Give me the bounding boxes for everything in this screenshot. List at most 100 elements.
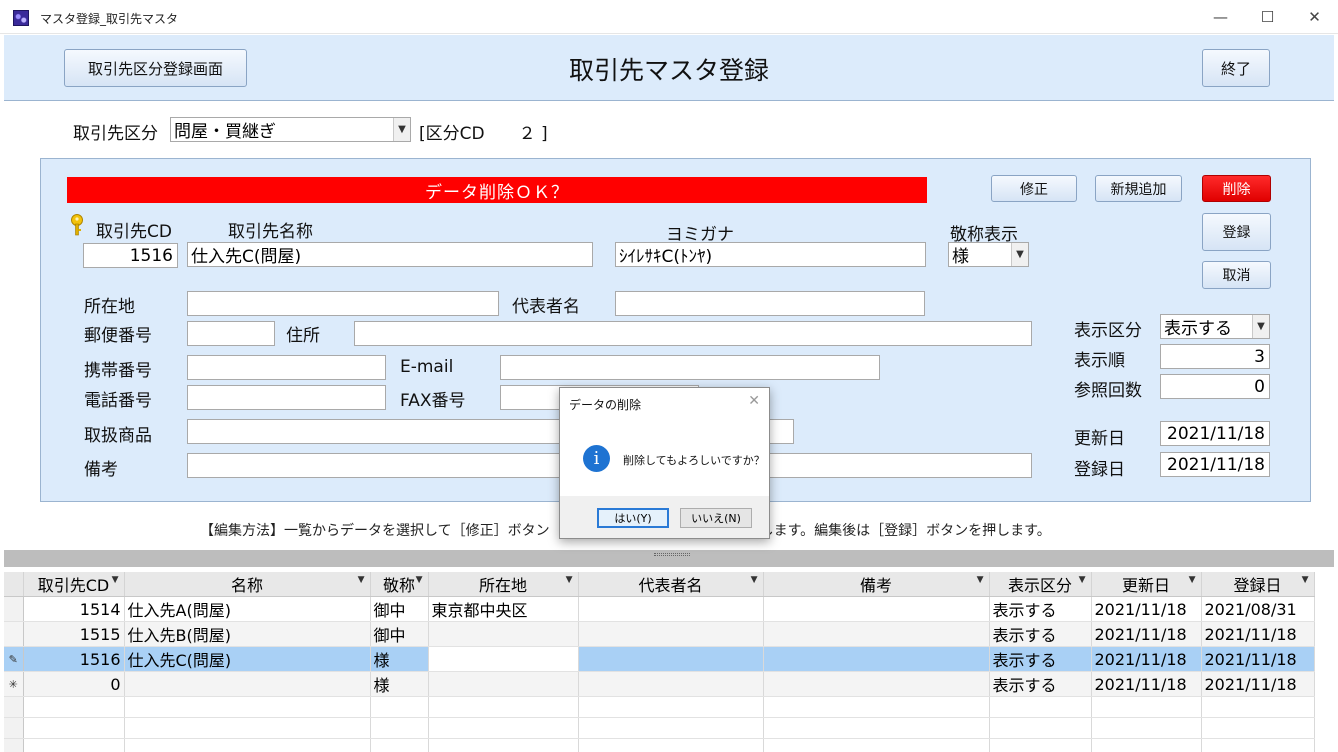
cell-display-category[interactable]: 表示する <box>989 646 1092 672</box>
edit-button[interactable]: 修正 <box>991 175 1077 202</box>
select-all-corner[interactable] <box>4 572 24 597</box>
sort-arrow-icon[interactable]: ▼ <box>112 575 119 585</box>
cell-name[interactable]: 仕入先C(問屋) <box>124 646 371 672</box>
cell-representative[interactable] <box>578 621 764 647</box>
cell-registered[interactable]: 2021/11/18 <box>1201 621 1315 647</box>
splitter-grip-icon[interactable] <box>654 553 690 556</box>
cancel-button[interactable]: 取消 <box>1202 261 1271 289</box>
row-selector[interactable] <box>4 621 24 647</box>
sort-arrow-icon[interactable]: ▼ <box>977 575 984 585</box>
cell-honorific[interactable]: 御中 <box>370 596 429 622</box>
table-row[interactable]: 1514 仕入先A(問屋) 御中 東京都中央区 表示する 2021/11/18 … <box>4 596 1315 622</box>
sort-arrow-icon[interactable]: ▼ <box>1302 575 1309 585</box>
name-field[interactable]: 仕入先C(問屋) <box>187 242 593 267</box>
exit-button[interactable]: 終了 <box>1202 49 1270 87</box>
add-new-button[interactable]: 新規追加 <box>1095 175 1182 202</box>
delete-button[interactable]: 削除 <box>1202 175 1271 202</box>
col-header-label: 更新日 <box>1121 576 1170 595</box>
registered-label: 登録日 <box>1074 460 1125 480</box>
cell-representative[interactable] <box>578 596 764 622</box>
cell-registered[interactable]: 2021/11/18 <box>1201 671 1315 697</box>
cell-representative[interactable] <box>578 646 764 672</box>
cell-representative[interactable] <box>578 671 764 697</box>
col-header-honorific[interactable]: 敬称 ▼ <box>370 572 429 597</box>
sort-arrow-icon[interactable]: ▼ <box>416 575 423 585</box>
sort-arrow-icon[interactable]: ▼ <box>1079 575 1086 585</box>
cell-registered[interactable]: 2021/11/18 <box>1201 646 1315 672</box>
cell-display-category[interactable]: 表示する <box>989 671 1092 697</box>
cell-honorific[interactable]: 御中 <box>370 621 429 647</box>
cell-remarks[interactable] <box>763 596 990 622</box>
close-icon[interactable]: ✕ <box>1291 0 1338 34</box>
table-row-new[interactable]: ✳ 0 様 表示する 2021/11/18 2021/11/18 <box>4 671 1315 697</box>
col-header-display-category[interactable]: 表示区分 ▼ <box>989 572 1092 597</box>
col-header-name[interactable]: 名称 ▼ <box>124 572 371 597</box>
col-header-remarks[interactable]: 備考 ▼ <box>763 572 990 597</box>
cell-registered[interactable]: 2021/08/31 <box>1201 596 1315 622</box>
ref-count-field[interactable]: 0 <box>1160 374 1270 399</box>
cell-code[interactable]: 1516 <box>23 646 125 672</box>
table-row-selected[interactable]: ✎ 1516 仕入先C(問屋) 様 表示する 2021/11/18 2021/1… <box>4 646 1315 672</box>
cell-display-category[interactable]: 表示する <box>989 596 1092 622</box>
cell-name[interactable]: 仕入先A(問屋) <box>124 596 371 622</box>
email-field[interactable] <box>500 355 880 380</box>
chevron-down-icon[interactable]: ▼ <box>1252 315 1269 338</box>
chevron-down-icon[interactable]: ▼ <box>393 118 410 141</box>
yes-button[interactable]: はい(Y) <box>597 508 669 528</box>
cell-updated[interactable]: 2021/11/18 <box>1091 596 1202 622</box>
sort-arrow-icon[interactable]: ▼ <box>566 575 573 585</box>
display-category-select[interactable]: 表示する ▼ <box>1160 314 1270 339</box>
honorific-select[interactable]: 様 ▼ <box>948 242 1029 267</box>
cell-code[interactable]: 0 <box>23 671 125 697</box>
row-selector-new-icon[interactable]: ✳ <box>4 671 24 697</box>
col-header-registered[interactable]: 登録日 ▼ <box>1201 572 1315 597</box>
row-selector-pencil-icon[interactable]: ✎ <box>4 646 24 672</box>
sort-arrow-icon[interactable]: ▼ <box>358 575 365 585</box>
col-header-updated[interactable]: 更新日 ▼ <box>1091 572 1202 597</box>
cell-name[interactable]: 仕入先B(問屋) <box>124 621 371 647</box>
cell-location[interactable] <box>428 671 579 697</box>
no-button[interactable]: いいえ(N) <box>680 508 752 528</box>
representative-label: 代表者名 <box>512 297 580 317</box>
row-selector[interactable] <box>4 596 24 622</box>
minimize-icon[interactable]: — <box>1197 0 1244 34</box>
phone-field[interactable] <box>187 385 386 410</box>
cell-location[interactable] <box>428 646 579 672</box>
dialog-close-icon[interactable]: ✕ <box>748 393 760 409</box>
cell-name[interactable] <box>124 671 371 697</box>
cell-updated[interactable]: 2021/11/18 <box>1091 646 1202 672</box>
postal-field[interactable] <box>187 321 275 346</box>
cell-display-category[interactable]: 表示する <box>989 621 1092 647</box>
kana-field[interactable]: ｼｲﾚｻｷC(ﾄﾝﾔ) <box>615 242 926 267</box>
cell-remarks[interactable] <box>763 646 990 672</box>
chevron-down-icon[interactable]: ▼ <box>1011 243 1028 266</box>
sort-arrow-icon[interactable]: ▼ <box>751 575 758 585</box>
table-row[interactable]: 1515 仕入先B(問屋) 御中 表示する 2021/11/18 2021/11… <box>4 621 1315 647</box>
location-field[interactable] <box>187 291 499 316</box>
register-button[interactable]: 登録 <box>1202 213 1271 251</box>
cell-location[interactable] <box>428 621 579 647</box>
code-field[interactable]: 1516 <box>83 243 178 268</box>
splitter-bar[interactable] <box>4 550 1334 567</box>
cell-honorific[interactable]: 様 <box>370 646 429 672</box>
cell-remarks[interactable] <box>763 621 990 647</box>
col-header-representative[interactable]: 代表者名 ▼ <box>578 572 764 597</box>
cell-updated[interactable]: 2021/11/18 <box>1091 621 1202 647</box>
display-order-field[interactable]: 3 <box>1160 344 1270 369</box>
mobile-field[interactable] <box>187 355 386 380</box>
category-select[interactable]: 問屋・買継ぎ ▼ <box>170 117 411 142</box>
address-field[interactable] <box>354 321 1032 346</box>
sort-arrow-icon[interactable]: ▼ <box>1189 575 1196 585</box>
col-header-code[interactable]: 取引先CD ▼ <box>23 572 125 597</box>
delete-confirm-banner: データ削除ＯＫ？ <box>67 177 927 203</box>
maximize-icon[interactable]: ☐ <box>1244 0 1291 34</box>
cell-remarks[interactable] <box>763 671 990 697</box>
cell-honorific[interactable]: 様 <box>370 671 429 697</box>
cell-code[interactable]: 1515 <box>23 621 125 647</box>
col-header-location[interactable]: 所在地 ▼ <box>428 572 579 597</box>
empty-row <box>4 738 1315 752</box>
representative-field[interactable] <box>615 291 925 316</box>
cell-code[interactable]: 1514 <box>23 596 125 622</box>
cell-location[interactable]: 東京都中央区 <box>428 596 579 622</box>
cell-updated[interactable]: 2021/11/18 <box>1091 671 1202 697</box>
